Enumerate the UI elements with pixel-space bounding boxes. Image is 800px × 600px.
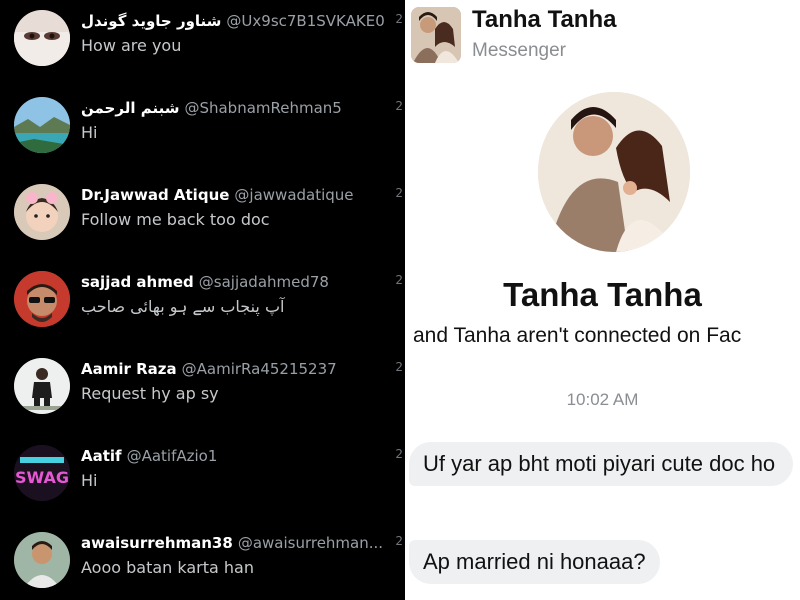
dm-sender-name: شبنم الرحمن — [81, 99, 180, 117]
dm-list-item[interactable]: sajjad ahmed @sajjadahmed78 آپ پنجاب سے ہ… — [0, 261, 405, 347]
header-avatar[interactable] — [411, 7, 461, 63]
dm-sender-name: Aatif — [81, 447, 122, 465]
dm-timestamp: 2 — [395, 12, 403, 26]
dm-message-preview: Request hy ap sy — [81, 384, 219, 403]
conversation-subtitle: Messenger — [472, 40, 566, 61]
avatar — [14, 97, 70, 153]
dm-header: شناور جاوید گوندل @Ux9sc7B1SVKAKE0 — [81, 10, 391, 32]
dm-sender-handle: @sajjadahmed78 — [198, 273, 329, 291]
dm-sender-name: Dr.Jawwad Atique — [81, 186, 230, 204]
dm-list-panel: شناور جاوید گوندل @Ux9sc7B1SVKAKE0 How ar… — [0, 0, 405, 600]
dm-list-item[interactable]: شبنم الرحمن @ShabnamRehman5 Hi 2 — [0, 87, 405, 173]
dm-sender-name: awaisurrehman38 — [81, 534, 233, 552]
dm-message-preview: Aooo batan karta han — [81, 558, 254, 577]
dm-sender-name: شناور جاوید گوندل — [81, 12, 222, 30]
dm-list-item[interactable]: Aamir Raza @AamirRa45215237 Request hy ap… — [0, 348, 405, 434]
messenger-panel: Tanha Tanha Messenger Tanha Tanha and Ta… — [405, 0, 800, 600]
message-bubble[interactable]: Uf yar ap bht moti piyari cute doc ho — [409, 442, 793, 486]
dm-message-preview: Follow me back too doc — [81, 210, 270, 229]
avatar — [14, 184, 70, 240]
conversation-title: Tanha Tanha — [472, 6, 617, 33]
dm-header: awaisurrehman38 @awaisurrehman... — [81, 532, 391, 554]
message-timestamp: 10:02 AM — [566, 390, 639, 409]
dm-timestamp: 2 — [395, 447, 403, 461]
profile-picture[interactable] — [538, 92, 690, 252]
dm-sender-handle: @Ux9sc7B1SVKAKE0 — [226, 12, 385, 30]
avatar — [14, 10, 70, 66]
dm-sender-name: Aamir Raza — [81, 360, 177, 378]
dm-timestamp: 2 — [395, 534, 403, 548]
dm-message-preview: Hi — [81, 123, 98, 142]
dm-timestamp: 2 — [395, 360, 403, 374]
dm-list-item[interactable]: awaisurrehman38 @awaisurrehman... Aooo ba… — [0, 522, 405, 600]
swag-logo-text: SWAG — [15, 468, 69, 487]
dm-header: Aatif @AatifAzio1 — [81, 445, 391, 467]
dm-timestamp: 2 — [395, 186, 403, 200]
dm-timestamp: 2 — [395, 273, 403, 287]
dm-header: Aamir Raza @AamirRa45215237 — [81, 358, 391, 380]
avatar — [14, 271, 70, 327]
dm-sender-handle: @jawwadatique — [234, 186, 354, 204]
dm-timestamp: 2 — [395, 99, 403, 113]
dm-sender-handle: @AamirRa45215237 — [181, 360, 337, 378]
profile-name: Tanha Tanha — [503, 276, 702, 313]
dm-sender-handle: @awaisurrehman... — [237, 534, 384, 552]
dm-sender-name: sajjad ahmed — [81, 273, 194, 291]
avatar: SWAG — [14, 445, 70, 501]
dm-message-preview: آپ پنجاب سے ہو بھائی صاحب — [81, 297, 285, 316]
dm-list-item[interactable]: شناور جاوید گوندل @Ux9sc7B1SVKAKE0 How ar… — [0, 0, 405, 86]
dm-list-item[interactable]: SWAG Aatif @AatifAzio1 Hi 2 — [0, 435, 405, 521]
connection-status: and Tanha aren't connected on Fac — [413, 324, 742, 347]
dm-sender-handle: @ShabnamRehman5 — [184, 99, 342, 117]
avatar — [14, 358, 70, 414]
dm-sender-handle: @AatifAzio1 — [126, 447, 218, 465]
avatar — [14, 532, 70, 588]
dm-message-preview: How are you — [81, 36, 182, 55]
dm-header: شبنم الرحمن @ShabnamRehman5 — [81, 97, 391, 119]
dm-message-preview: Hi — [81, 471, 98, 490]
dm-header: sajjad ahmed @sajjadahmed78 — [81, 271, 391, 293]
dm-list-item[interactable]: Dr.Jawwad Atique @jawwadatique Follow me … — [0, 174, 405, 260]
message-bubble[interactable]: Ap married ni honaaa? — [409, 540, 660, 584]
dm-header: Dr.Jawwad Atique @jawwadatique — [81, 184, 391, 206]
